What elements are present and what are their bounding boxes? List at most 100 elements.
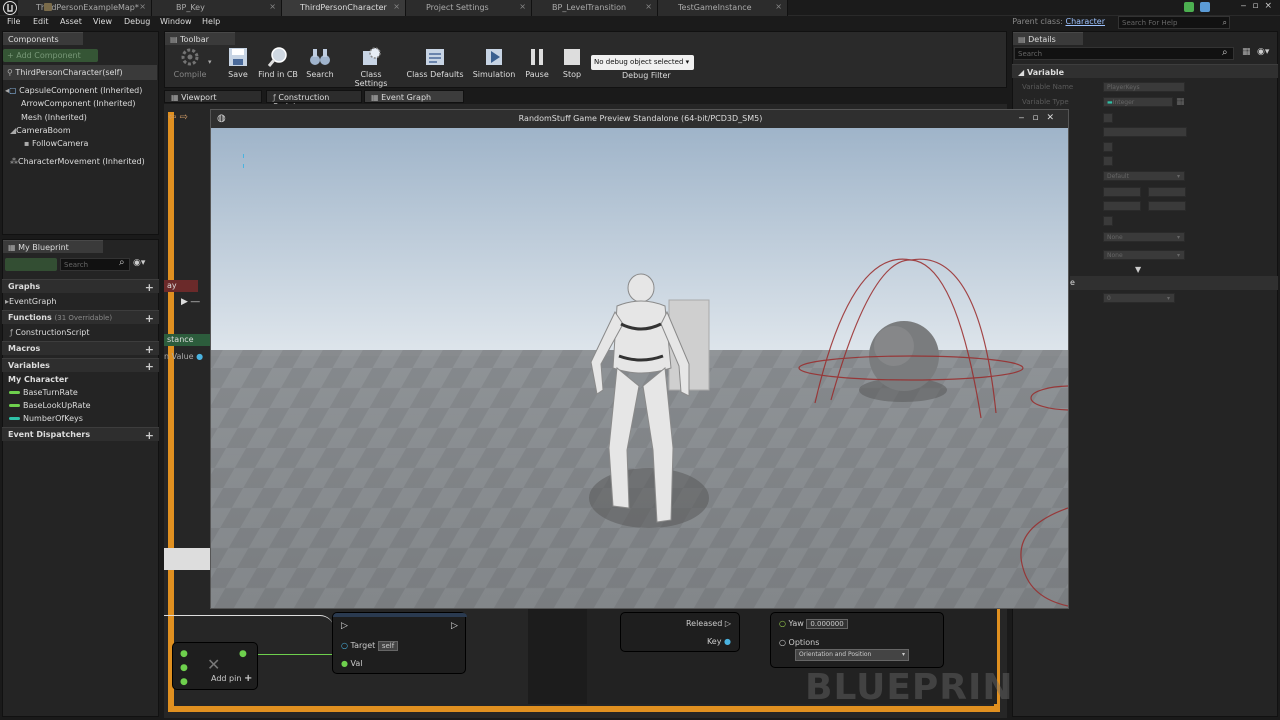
search-icon[interactable]: ⌕ — [119, 257, 125, 268]
key-event-node[interactable]: Released ▷ Key ● — [620, 612, 740, 652]
class-defaults-button[interactable]: Class Defaults — [406, 46, 464, 79]
eye-icon[interactable]: ◉▾ — [1257, 47, 1269, 57]
my-blueprint-tab[interactable]: ▦ My Blueprint — [3, 240, 103, 253]
pin-icon[interactable]: ● — [180, 649, 188, 659]
close-icon[interactable]: × — [775, 2, 782, 11]
tab-viewport[interactable]: ▦ Viewport — [164, 90, 262, 103]
tab-testgameinstance[interactable]: TestGameInstance × — [658, 0, 788, 16]
exec-pin-icon[interactable]: ▶ ― — [181, 297, 200, 307]
graph-item[interactable]: ▸EventGraph — [5, 297, 56, 306]
default-value-section-header[interactable]: e — [1070, 276, 1278, 290]
key-pin[interactable]: Key ● — [707, 637, 731, 646]
variable-name-field[interactable]: PlayerKeys — [1103, 82, 1185, 92]
variable-item[interactable]: BaseLookUpRate — [9, 401, 91, 410]
preview-window-controls[interactable]: ‒▫✕ — [1019, 113, 1062, 123]
add-function-icon[interactable]: + — [145, 312, 154, 325]
toolbar-tab[interactable]: ▤ Toolbar — [165, 32, 235, 45]
instance-editable-checkbox[interactable] — [1103, 113, 1113, 123]
tab-thirdpersonexamplemap[interactable]: ThirdPersonExampleMap* × — [18, 0, 152, 16]
event-dispatchers-section[interactable]: Event Dispatchers + — [2, 427, 159, 442]
make-array-node[interactable]: ● ● ● ● ✕ Add pin + — [172, 642, 258, 690]
released-pin[interactable]: Released ▷ — [686, 619, 731, 628]
tab-thirdpersoncharacter[interactable]: ThirdPersonCharacter × — [282, 0, 406, 16]
tab-bp-key[interactable]: BP_Key × — [152, 0, 282, 16]
tab-project-settings[interactable]: Project Settings × — [406, 0, 532, 16]
options-dropdown[interactable]: Orientation and Position ▾ — [795, 649, 909, 661]
default-value-field[interactable]: 0 ▾ — [1103, 293, 1175, 303]
functions-section[interactable]: Functions (31 Overridable) + — [2, 310, 159, 325]
val-pin[interactable]: ● Val — [341, 659, 363, 668]
close-icon[interactable]: × — [645, 2, 652, 11]
variable-section-header[interactable]: ◢ Variable — [1012, 64, 1278, 78]
value-range-min-field[interactable] — [1103, 201, 1141, 211]
grid-icon[interactable]: ▦ — [1242, 47, 1251, 57]
window-controls[interactable]: ‒▫× — [1218, 1, 1278, 13]
back-arrow-icon[interactable]: ⇦ ⇨ — [168, 112, 188, 126]
details-search-input[interactable]: Search — [1014, 47, 1234, 60]
search-help-input[interactable]: Search For Help — [1118, 16, 1230, 29]
value-range-max-field[interactable] — [1148, 201, 1186, 211]
search-icon[interactable]: ⌕ — [1222, 47, 1228, 58]
variable-category[interactable]: My Character — [8, 375, 68, 384]
component-item[interactable]: ◂▢ CapsuleComponent (Inherited) — [5, 86, 142, 95]
close-icon[interactable]: × — [393, 2, 400, 11]
yaw-pin[interactable]: ○ Yaw 0.000000 — [779, 619, 848, 629]
add-dispatcher-icon[interactable]: + — [145, 429, 154, 442]
menu-help[interactable]: Help — [202, 17, 220, 26]
set-rotation-node[interactable]: ○ Yaw 0.000000 ○ Options Orientation and… — [770, 612, 944, 668]
replication-condition-dropdown[interactable]: None ▾ — [1103, 250, 1185, 260]
component-item[interactable]: ⁂CharacterMovement (Inherited) — [10, 157, 145, 166]
add-pin-button[interactable]: Add pin + — [211, 673, 252, 684]
add-macro-icon[interactable]: + — [145, 343, 154, 356]
category-dropdown[interactable]: Default ▾ — [1103, 171, 1185, 181]
search-icon[interactable]: ⌕ — [1223, 18, 1227, 28]
set-node[interactable]: ▷ ▷ ○ Target self ● Val — [332, 612, 467, 674]
slider-range-min-field[interactable] — [1103, 187, 1141, 197]
variables-section[interactable]: Variables + — [2, 358, 159, 373]
function-item[interactable]: ƒ ConstructionScript — [10, 328, 90, 337]
yaw-field[interactable]: 0.000000 — [806, 619, 848, 629]
eye-icon[interactable]: ◉▾ — [133, 258, 145, 268]
exec-in-pin-icon[interactable]: ▷ — [341, 621, 348, 631]
class-settings-button[interactable]: Class Settings — [343, 46, 399, 88]
component-root[interactable]: ⚲ ThirdPersonCharacter(self) — [7, 68, 123, 77]
parent-class-link[interactable]: Character — [1066, 17, 1106, 26]
notification-icon[interactable] — [1200, 2, 1210, 12]
close-icon[interactable]: × — [139, 2, 146, 11]
expose-spawn-checkbox[interactable] — [1103, 142, 1113, 152]
add-new-button[interactable] — [5, 258, 57, 271]
add-graph-icon[interactable]: + — [145, 281, 154, 294]
add-variable-icon[interactable]: + — [145, 360, 154, 373]
variable-item[interactable]: BaseTurnRate — [9, 388, 78, 397]
component-item[interactable]: Mesh (Inherited) — [21, 113, 87, 122]
details-tab[interactable]: ▤ Details — [1013, 32, 1083, 45]
tab-bp-leveltransition[interactable]: BP_LevelTransition × — [532, 0, 658, 16]
tab-event-graph[interactable]: ▦ Event Graph — [364, 90, 464, 103]
debug-object-select[interactable]: No debug object selected ▾ — [591, 55, 694, 70]
pin-icon[interactable]: ● — [180, 677, 188, 687]
macros-section[interactable]: Macros + — [2, 341, 159, 356]
tooltip-field[interactable] — [1103, 127, 1187, 137]
add-component-button[interactable]: + Add Component — [3, 49, 98, 62]
node-header-play[interactable]: ay — [164, 280, 198, 292]
replication-dropdown[interactable]: None ▾ — [1103, 232, 1185, 242]
component-item[interactable]: ▪ FollowCamera — [24, 139, 88, 148]
menu-asset[interactable]: Asset — [60, 17, 82, 26]
variable-item[interactable]: NumberOfKeys — [9, 414, 83, 423]
close-icon[interactable]: × — [269, 2, 276, 11]
components-tab[interactable]: Components — [3, 32, 83, 45]
close-icon[interactable]: × — [519, 2, 526, 11]
container-type-icon[interactable]: ▦ — [1176, 97, 1185, 107]
advanced-expand-icon[interactable]: ▼ — [1135, 265, 1141, 274]
node-header-instance[interactable]: stance — [164, 334, 210, 346]
config-variable-checkbox[interactable] — [1103, 216, 1113, 226]
source-control-icon[interactable] — [1184, 2, 1194, 12]
menu-window[interactable]: Window — [160, 17, 192, 26]
tab-construction-script[interactable]: ƒ Construction Script — [266, 90, 362, 111]
pin-icon[interactable]: ● — [239, 649, 247, 659]
search-button[interactable]: Search — [292, 46, 348, 79]
variable-type-dropdown[interactable]: ▬Integer — [1103, 97, 1173, 107]
menu-edit[interactable]: Edit — [33, 17, 49, 26]
component-item[interactable]: ◢CameraBoom — [10, 126, 71, 135]
menu-debug[interactable]: Debug — [124, 17, 150, 26]
